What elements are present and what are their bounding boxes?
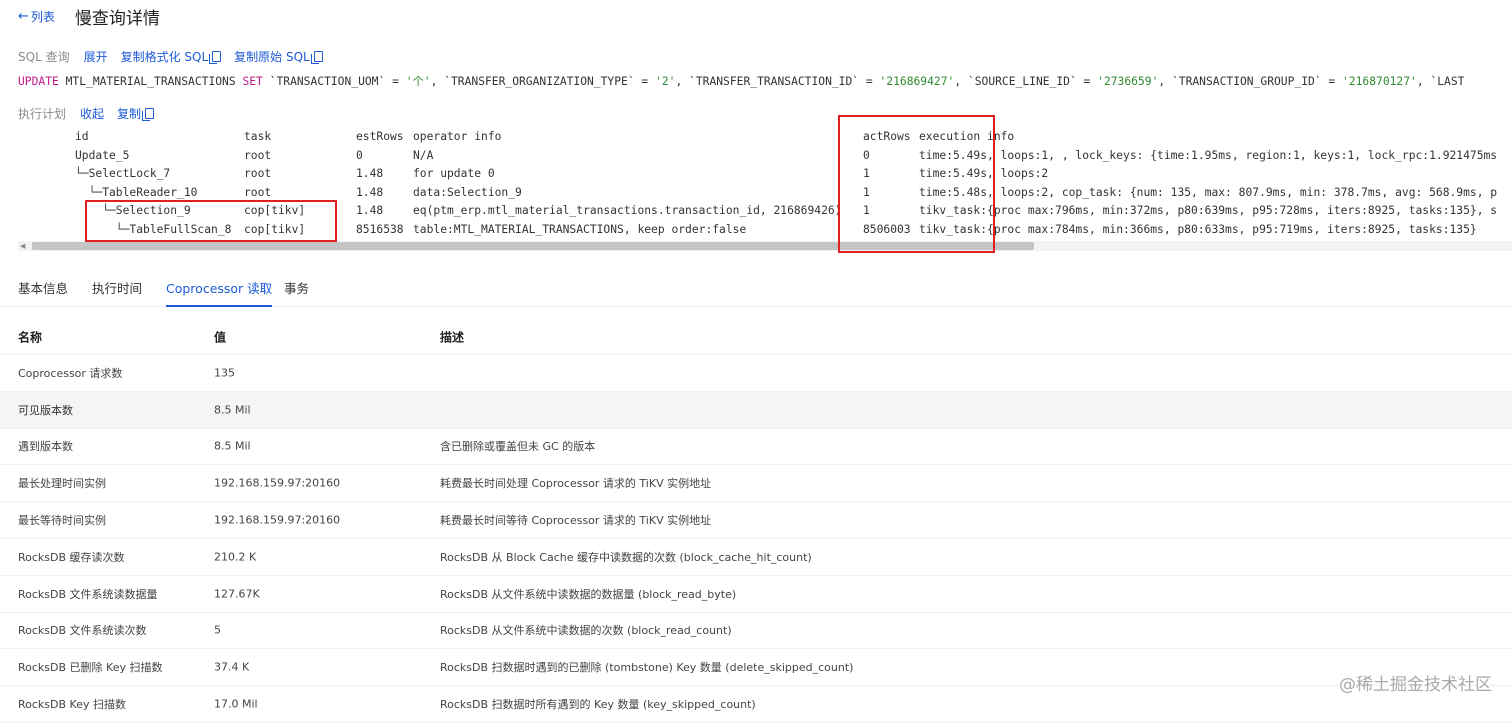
page-title: 慢查询详情 (74, 8, 160, 29)
highlight-box-task-column (85, 200, 337, 242)
header-bar: ← 列表 慢查询详情 (18, 4, 160, 29)
header-desc: 描述 (440, 330, 465, 345)
table-header-row: 名称 值 描述 (0, 320, 1512, 355)
table-row: Coprocessor 请求数 135 (0, 355, 1512, 392)
plan-header-row: id task estRows operator info actRows executi… (75, 130, 1015, 143)
copy-raw-sql-button[interactable]: 复制原始 SQL (234, 48, 323, 65)
header-value: 值 (214, 330, 227, 345)
plan-row: └─SelectLock_7 root 1.48 for update 0 1 time:… (75, 167, 1049, 180)
table-row: 最长处理时间实例 192.168.159.97:20160 耗费最长时间处理 Cop… (0, 465, 1512, 503)
copy-plan-button[interactable]: 复制 (117, 105, 155, 122)
watermark: @稀土掘金技术社区 (1339, 675, 1492, 695)
copy-formatted-sql-button[interactable]: 复制格式化 SQL (121, 48, 222, 65)
back-to-list-link[interactable]: ← 列表 (18, 8, 55, 25)
arrow-left-icon: ← (18, 8, 29, 24)
tab-execution-time[interactable]: 执行时间 (92, 278, 142, 305)
expand-sql-button[interactable]: 展开 (84, 48, 108, 65)
table-row: RocksDB 文件系统读次数 5 RocksDB 从文件系统中读数据的次数 (bl… (0, 613, 1512, 650)
scroll-left-icon[interactable]: ◀ (20, 242, 25, 250)
copy-icon (142, 108, 155, 121)
tab-basic-info[interactable]: 基本信息 (18, 278, 68, 305)
sql-section-toolbar: SQL 查询 展开 复制格式化 SQL 复制原始 SQL (18, 48, 336, 65)
table-row: RocksDB 缓存读次数 210.2 K RocksDB 从 Block Cach… (0, 539, 1512, 576)
header-name: 名称 (18, 330, 43, 345)
table-row: 最长等待时间实例 192.168.159.97:20160 耗费最长时间等待 Cop… (0, 502, 1512, 539)
table-row: RocksDB Key 扫描数 17.0 Mil RocksDB 扫数据时所有遇到的… (0, 686, 1512, 723)
collapse-plan-button[interactable]: 收起 (80, 105, 104, 122)
plan-section-label: 执行计划 (18, 107, 67, 121)
tab-coprocessor-read[interactable]: Coprocessor 读取 (166, 278, 273, 307)
plan-section-toolbar: 执行计划 收起 复制 (18, 105, 167, 122)
highlight-box-actrows-column (838, 115, 995, 253)
tab-transaction[interactable]: 事务 (284, 278, 309, 305)
detail-tabs: 基本信息 执行时间 Coprocessor 读取 事务 (0, 268, 1512, 307)
table-row: RocksDB 已删除 Key 扫描数 37.4 K RocksDB 扫数据时遇到的… (0, 649, 1512, 687)
copy-icon (310, 51, 323, 64)
copy-icon (209, 51, 222, 64)
coprocessor-table: 名称 值 描述 Coprocessor 请求数 135 可见版本数 8.5 Mil … (0, 320, 1512, 723)
sql-text: UPDATE MTL_MATERIAL_TRANSACTIONS SET `TR… (18, 75, 1465, 88)
back-label: 列表 (30, 9, 55, 24)
table-row: 可见版本数 8.5 Mil (0, 391, 1512, 429)
table-row: RocksDB 文件系统读数据量 127.67K RocksDB 从文件系统中读数据… (0, 576, 1512, 613)
table-row: 遇到版本数 8.5 Mil 含已删除或覆盖但未 GC 的版本 (0, 429, 1512, 466)
plan-horizontal-scrollbar[interactable]: ◀ (18, 241, 1512, 251)
sql-section-label: SQL 查询 (18, 50, 70, 64)
plan-row: Update_5 root 0 N/A 0 time:5.49s, loops:1, , … (75, 148, 1498, 162)
